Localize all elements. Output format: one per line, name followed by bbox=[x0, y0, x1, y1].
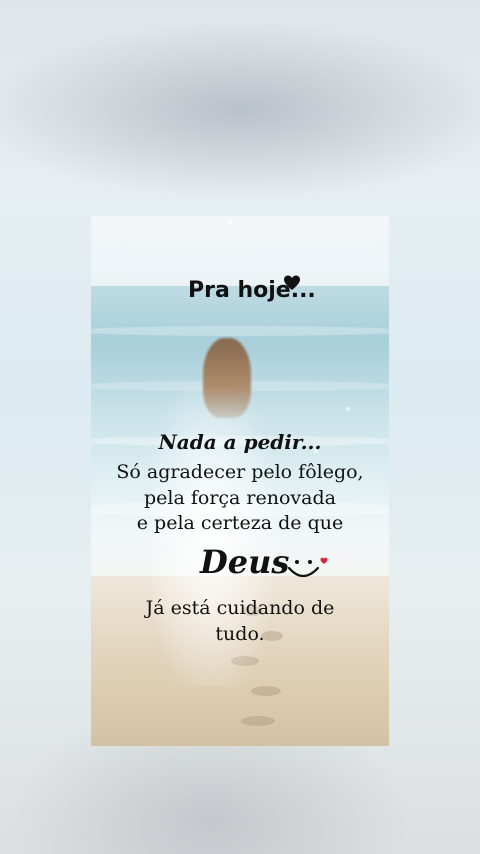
highlight-word: Deus bbox=[200, 543, 290, 581]
heart-icon bbox=[284, 275, 300, 290]
sparkle bbox=[227, 220, 233, 226]
sparkle bbox=[345, 406, 351, 412]
text-line-6: tudo. bbox=[215, 623, 265, 645]
text-line-5: Já está cuidando de bbox=[145, 597, 335, 619]
smiley-heart-icon bbox=[287, 557, 328, 578]
text-line-2: Só agradecer pelo fôlego, bbox=[116, 461, 364, 483]
text-line-1: Nada a pedir... bbox=[158, 430, 322, 454]
text-line-4: e pela certeza de que bbox=[136, 512, 344, 534]
text-line-3: pela força renovada bbox=[144, 487, 336, 509]
